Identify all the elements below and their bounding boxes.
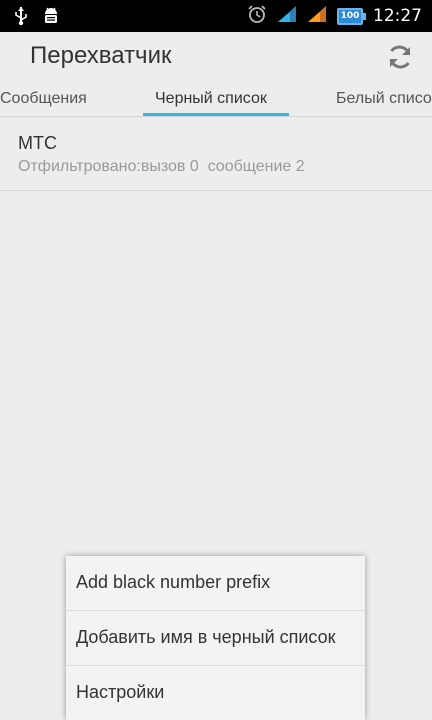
popup-menu: Add black number prefix Добавить имя в ч… <box>66 556 365 720</box>
action-bar: Перехватчик <box>0 32 432 82</box>
app-title: Перехватчик <box>30 42 172 69</box>
item-subtitle: Отфильтровано:вызов 0 сообщение 2 <box>18 158 305 175</box>
signal-icon <box>277 5 297 28</box>
menu-item-label: Add black number prefix <box>76 572 271 592</box>
menu-item-add-name[interactable]: Добавить имя в черный список <box>66 611 365 666</box>
signal-icon <box>307 5 327 28</box>
list-item[interactable]: МТС Отфильтровано:вызов 0 сообщение 2 <box>0 117 432 191</box>
menu-item-label: Добавить имя в черный список <box>76 627 336 647</box>
usb-icon <box>14 6 28 31</box>
android-debug-icon <box>42 6 60 31</box>
tab-messages[interactable]: Сообщения <box>0 90 87 108</box>
selected-tab-indicator <box>143 113 289 116</box>
menu-item-label: Настройки <box>76 682 165 702</box>
menu-item-add-prefix[interactable]: Add black number prefix <box>66 556 365 611</box>
tab-whitelist[interactable]: Белый список <box>336 90 432 108</box>
alarm-icon <box>247 4 267 29</box>
status-bar: 100 12:27 <box>0 0 432 32</box>
tab-blacklist[interactable]: Черный список <box>155 90 267 108</box>
clock: 12:27 <box>373 6 422 26</box>
menu-item-settings[interactable]: Настройки <box>66 666 365 720</box>
tab-bar: Сообщения Черный список Белый список <box>0 82 432 117</box>
item-title: МТС <box>18 133 57 153</box>
battery-icon: 100 <box>337 7 366 25</box>
refresh-icon[interactable] <box>384 41 416 73</box>
